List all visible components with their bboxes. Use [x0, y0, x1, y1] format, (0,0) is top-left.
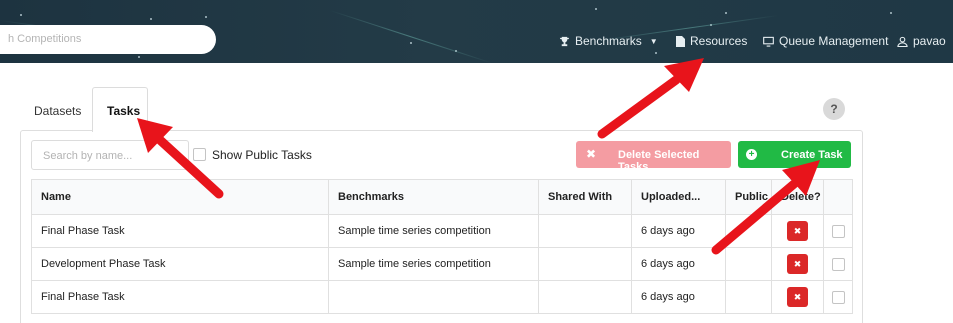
create-task-button[interactable]: + Create Task	[738, 141, 851, 168]
cell-uploaded: 6 days ago	[631, 247, 726, 281]
nav-benchmarks-label: Benchmarks	[575, 34, 642, 48]
row-select-checkbox[interactable]	[831, 257, 845, 271]
table-row[interactable]: Final Phase Task 6 days ago ✖	[31, 280, 853, 314]
cell-select	[823, 247, 853, 281]
cell-select	[823, 280, 853, 314]
background-star	[725, 12, 727, 14]
cell-benchmarks: Sample time series competition	[328, 247, 539, 281]
nav-queue-management[interactable]: Queue Management	[763, 34, 888, 48]
cell-delete: ✖	[771, 247, 824, 281]
nav-queue-label: Queue Management	[779, 34, 889, 48]
background-star	[20, 14, 22, 16]
cell-public	[725, 247, 772, 281]
row-select-checkbox[interactable]	[831, 224, 845, 238]
help-button[interactable]: ?	[823, 98, 845, 120]
cell-select	[823, 214, 853, 248]
background-star	[410, 42, 412, 44]
delete-selected-label: Delete Selected Tasks	[618, 149, 700, 173]
user-icon	[897, 36, 908, 47]
cell-shared-with	[538, 247, 632, 281]
tasks-table: Name Benchmarks Shared With Uploaded... …	[31, 179, 853, 314]
table-row[interactable]: Final Phase Task Sample time series comp…	[31, 214, 853, 248]
nav-user-menu[interactable]: pavao ▼	[897, 34, 953, 48]
cell-benchmarks	[328, 280, 539, 314]
arrow-to-resources	[597, 58, 704, 139]
background-star	[595, 8, 597, 10]
cell-benchmarks: Sample time series competition	[328, 214, 539, 248]
nav-resources[interactable]: Resources	[676, 34, 747, 48]
row-select-checkbox[interactable]	[831, 290, 845, 304]
cell-delete: ✖	[771, 280, 824, 314]
tab-tasks[interactable]: Tasks	[107, 104, 140, 118]
monitor-icon	[763, 36, 774, 47]
show-public-label: Show Public Tasks	[212, 148, 312, 162]
column-header-uploaded[interactable]: Uploaded...	[631, 179, 726, 215]
tab-datasets[interactable]: Datasets	[34, 104, 81, 118]
background-star	[655, 52, 657, 54]
background-star	[890, 12, 892, 14]
close-icon: ✖	[586, 147, 597, 161]
create-task-label: Create Task	[781, 149, 843, 161]
competition-search-input[interactable]: h Competitions	[0, 25, 216, 54]
cell-public	[725, 214, 772, 248]
cell-name: Development Phase Task	[31, 247, 329, 281]
cell-uploaded: 6 days ago	[631, 214, 726, 248]
row-delete-button[interactable]: ✖	[787, 221, 808, 241]
background-star	[138, 56, 140, 58]
delete-selected-button[interactable]: ✖ Delete Selected Tasks	[576, 141, 731, 173]
background-star	[205, 16, 207, 18]
table-header-row: Name Benchmarks Shared With Uploaded... …	[31, 179, 853, 215]
cell-name: Final Phase Task	[31, 280, 329, 314]
cell-shared-with	[538, 214, 632, 248]
nav-resources-label: Resources	[690, 34, 748, 48]
file-icon	[676, 35, 685, 47]
task-search-input[interactable]: Search by name...	[31, 140, 189, 170]
column-header-public[interactable]: Public	[725, 179, 772, 215]
plus-circle-icon: +	[746, 149, 757, 160]
background-star	[150, 18, 152, 20]
nav-benchmarks[interactable]: Benchmarks ▼	[559, 34, 658, 48]
row-delete-button[interactable]: ✖	[787, 287, 808, 307]
column-header-name[interactable]: Name	[31, 179, 329, 215]
trophy-icon	[559, 36, 570, 46]
background-streak	[329, 10, 492, 63]
cell-public	[725, 280, 772, 314]
row-delete-button[interactable]: ✖	[787, 254, 808, 274]
nav-user-label: pavao	[913, 34, 946, 48]
top-navbar: h Competitions Benchmarks ▼ Resources Qu…	[0, 0, 953, 63]
cell-shared-with	[538, 280, 632, 314]
column-header-benchmarks[interactable]: Benchmarks	[328, 179, 539, 215]
cell-uploaded: 6 days ago	[631, 280, 726, 314]
column-header-shared-with[interactable]: Shared With	[538, 179, 632, 215]
column-header-delete: Delete?	[771, 179, 824, 215]
cell-name: Final Phase Task	[31, 214, 329, 248]
table-row[interactable]: Development Phase Task Sample time serie…	[31, 247, 853, 281]
column-header-select	[823, 179, 853, 215]
chevron-down-icon: ▼	[649, 36, 658, 46]
cell-delete: ✖	[771, 214, 824, 248]
show-public-checkbox[interactable]	[193, 148, 206, 161]
